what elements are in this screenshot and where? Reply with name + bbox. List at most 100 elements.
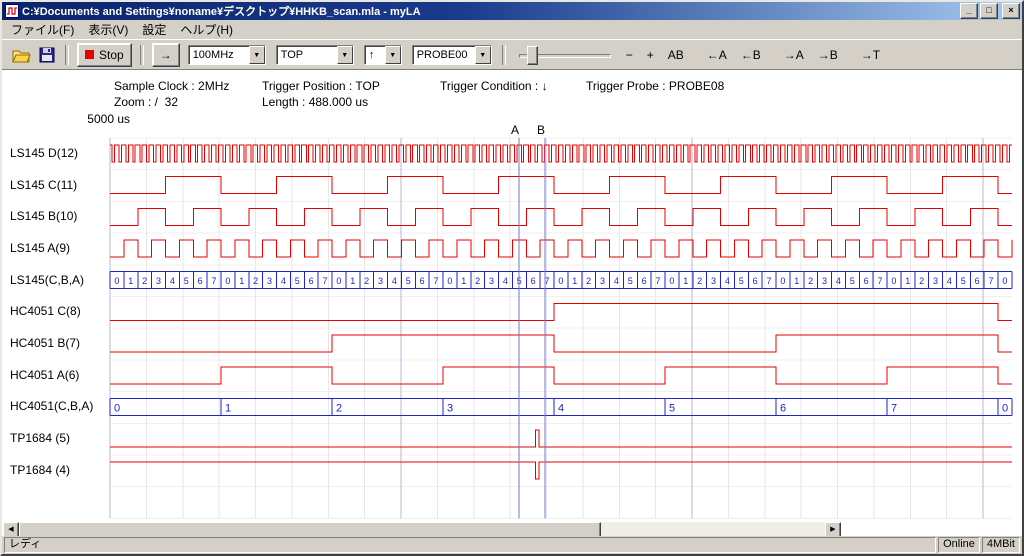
stop-button-label: Stop [99,48,124,62]
dropdown-arrow-icon[interactable]: ▼ [385,46,401,64]
zoom-out-button[interactable]: − [622,45,637,65]
slider-thumb[interactable] [527,46,538,65]
jump-prev-b-button[interactable]: ←B [737,45,765,65]
svg-text:5: 5 [669,402,675,414]
menu-view[interactable]: 表示(V) [81,19,135,40]
svg-text:5: 5 [739,276,744,286]
svg-text:0: 0 [558,276,563,286]
sample-clock-select[interactable]: 100MHz ▼ [188,45,266,65]
window-title: C:¥Documents and Settings¥noname¥デスクトップ¥… [22,3,956,19]
svg-text:1: 1 [683,276,688,286]
svg-text:5: 5 [961,276,966,286]
svg-text:6: 6 [531,276,536,286]
svg-text:7: 7 [767,276,772,286]
svg-text:1: 1 [128,276,133,286]
toolbar-separator [65,45,69,65]
channel-waveform: 012345670 [110,398,1012,415]
run-button[interactable]: → [152,43,180,67]
svg-text:4: 4 [170,276,175,286]
svg-text:0: 0 [225,276,230,286]
scroll-right-button[interactable]: ▶ [825,522,841,536]
channel-waveform [110,430,1012,447]
channel-waveform [110,145,1012,162]
svg-text:1: 1 [905,276,910,286]
svg-text:1: 1 [794,276,799,286]
scroll-left-button[interactable]: ◀ [3,522,19,536]
svg-text:4: 4 [947,276,952,286]
menu-help[interactable]: ヘルプ(H) [173,19,240,40]
svg-text:2: 2 [364,276,369,286]
svg-text:5: 5 [184,276,189,286]
trigger-edge-select[interactable]: ↑ ▼ [364,45,402,65]
svg-text:4: 4 [558,402,564,414]
zoom-slider[interactable] [519,45,611,65]
channel-waveform [110,208,1012,225]
svg-text:7: 7 [891,402,897,414]
save-file-icon[interactable] [37,45,57,65]
zoom-in-button[interactable]: + [643,45,658,65]
svg-text:2: 2 [697,276,702,286]
dropdown-arrow-icon[interactable]: ▼ [249,46,265,64]
trigger-position-select[interactable]: TOP ▼ [276,45,354,65]
maximize-button[interactable]: □ [980,3,998,19]
toolbar-separator [502,45,506,65]
svg-text:7: 7 [212,276,217,286]
svg-text:3: 3 [489,276,494,286]
jump-next-a-button[interactable]: →A [780,45,808,65]
svg-text:1: 1 [350,276,355,286]
svg-text:0: 0 [1002,402,1008,414]
menu-file[interactable]: ファイル(F) [4,19,81,40]
svg-text:5: 5 [295,276,300,286]
jump-trigger-button[interactable]: →T [857,45,884,65]
stop-button[interactable]: Stop [77,43,132,67]
dropdown-arrow-icon[interactable]: ▼ [337,46,353,64]
svg-text:3: 3 [447,402,453,414]
status-memory: 4MBit [982,537,1020,553]
menu-bar: ファイル(F) 表示(V) 設定 ヘルプ(H) [2,20,1022,39]
waveform-area[interactable]: 0123456701234567012345670123456701234567… [2,122,1022,520]
trigger-probe-select[interactable]: PROBE00 ▼ [412,45,492,65]
svg-text:4: 4 [614,276,619,286]
menu-settings[interactable]: 設定 [135,19,173,40]
toolbar: Stop → 100MHz ▼ TOP ▼ ↑ ▼ PROBE00 ▼ − + … [2,39,1022,69]
trigger-position-info: Trigger Position : TOP [262,79,380,93]
svg-text:7: 7 [323,276,328,286]
app-window: C:¥Documents and Settings¥noname¥デスクトップ¥… [0,0,1024,556]
svg-text:5: 5 [406,276,411,286]
grid [110,138,1012,518]
svg-text:1: 1 [239,276,244,286]
marker-ab-button[interactable]: AB [664,45,688,65]
jump-next-b-button[interactable]: →B [814,45,842,65]
title-bar[interactable]: C:¥Documents and Settings¥noname¥デスクトップ¥… [2,2,1022,20]
svg-text:3: 3 [267,276,272,286]
jump-prev-a-button[interactable]: ←A [703,45,731,65]
close-button[interactable]: × [1002,3,1020,19]
length-info: Length : 488.000 us [262,95,368,109]
status-online: Online [938,537,980,553]
scrollbar-thumb[interactable] [19,522,601,536]
waveform-canvas[interactable]: 0123456701234567012345670123456701234567… [2,122,1022,520]
dropdown-arrow-icon[interactable]: ▼ [475,46,491,64]
svg-text:0: 0 [114,276,119,286]
svg-text:2: 2 [142,276,147,286]
scrollbar-track[interactable] [19,522,825,536]
svg-text:1: 1 [225,402,231,414]
svg-text:6: 6 [780,402,786,414]
svg-text:1: 1 [572,276,577,286]
svg-text:2: 2 [919,276,924,286]
svg-text:0: 0 [1002,276,1007,286]
svg-text:2: 2 [475,276,480,286]
open-file-icon[interactable] [11,45,31,65]
horizontal-scrollbar[interactable]: ◀ ▶ [3,522,841,536]
svg-text:7: 7 [434,276,439,286]
svg-text:3: 3 [933,276,938,286]
status-bar: レディ Online 4MBit [2,536,1022,554]
svg-text:2: 2 [336,402,342,414]
svg-text:6: 6 [198,276,203,286]
svg-text:0: 0 [669,276,674,286]
svg-text:0: 0 [336,276,341,286]
minimize-button[interactable]: _ [960,3,978,19]
svg-text:4: 4 [725,276,730,286]
channel-waveform [110,240,1012,257]
channel-waveform [110,177,1012,194]
